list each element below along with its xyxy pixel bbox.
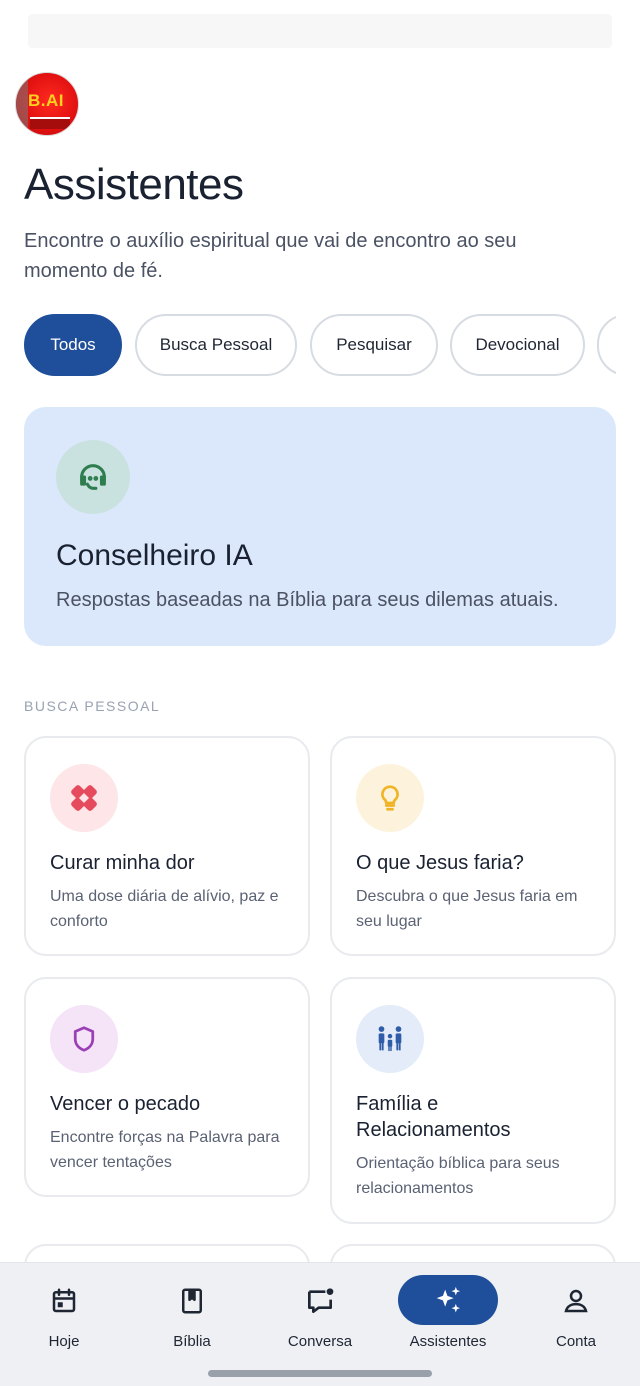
card-curar-minha-dor[interactable]: Curar minha dor Uma dose diária de alívi… xyxy=(24,736,310,956)
card-description: Orientação bíblica para seus relacioname… xyxy=(356,1155,560,1197)
nav-label: Assistentes xyxy=(409,1333,487,1350)
page-subtitle: Encontre o auxílio espiritual que vai de… xyxy=(24,230,517,282)
chip-more[interactable] xyxy=(597,314,616,376)
card-title: Vencer o pecado xyxy=(50,1093,201,1115)
home-indicator[interactable] xyxy=(208,1370,432,1377)
logo-shadow xyxy=(16,73,28,135)
card-familia-relacionamentos[interactable]: Família e Relacionamentos Orientação bíb… xyxy=(330,977,616,1224)
nav-conta[interactable]: Conta xyxy=(521,1263,631,1363)
filter-chips: Todos Busca Pessoal Pesquisar Devocional xyxy=(24,314,616,378)
headset-icon xyxy=(56,440,130,514)
top-search-strip xyxy=(28,14,612,48)
card-description: Descubra o que Jesus faria em seu lugar xyxy=(356,888,578,930)
bookmark-book-icon xyxy=(172,1281,212,1321)
card-o-que-jesus-faria[interactable]: O que Jesus faria? Descubra o que Jesus … xyxy=(330,736,616,956)
nav-hoje[interactable]: Hoje xyxy=(9,1263,119,1363)
featured-description: Respostas baseadas na Bíblia para seus d… xyxy=(56,589,559,611)
shield-icon xyxy=(50,1005,118,1073)
nav-label: Conta xyxy=(555,1333,597,1350)
card-vencer-o-pecado[interactable]: Vencer o pecado Encontre forças na Palav… xyxy=(24,977,310,1197)
person-icon xyxy=(556,1281,596,1321)
card-title: O que Jesus faria? xyxy=(356,852,524,874)
nav-conversa[interactable]: Conversa xyxy=(265,1263,375,1363)
chip-todos[interactable]: Todos xyxy=(24,314,122,376)
nav-biblia[interactable]: Bíblia xyxy=(137,1263,247,1363)
card-title: Família e Relacionamentos xyxy=(356,1093,511,1141)
card-description: Uma dose diária de alívio, paz e confort… xyxy=(50,888,279,930)
nav-assistentes[interactable]: Assistentes xyxy=(393,1263,503,1363)
lightbulb-icon xyxy=(356,764,424,832)
logo-book-shape xyxy=(30,117,70,129)
chip-pesquisar[interactable]: Pesquisar xyxy=(310,314,438,376)
chip-busca-pessoal[interactable]: Busca Pessoal xyxy=(135,314,297,376)
chat-icon xyxy=(300,1281,340,1321)
bottom-navigation: Hoje Bíblia Conversa Assistentes Conta xyxy=(0,1262,640,1386)
card-description: Encontre forças na Palavra para vencer t… xyxy=(50,1129,280,1171)
page-title: Assistentes xyxy=(24,160,244,209)
featured-title: Conselheiro IA xyxy=(56,539,253,572)
calendar-icon xyxy=(44,1281,84,1321)
featured-card-conselheiro[interactable]: Conselheiro IA Respostas baseadas na Bíb… xyxy=(24,407,616,646)
section-label: BUSCA PESSOAL xyxy=(24,698,161,714)
app-logo[interactable]: B.AI xyxy=(15,72,79,136)
nav-label: Bíblia xyxy=(173,1333,211,1350)
card-title: Curar minha dor xyxy=(50,852,195,874)
nav-label: Conversa xyxy=(287,1333,353,1350)
nav-label: Hoje xyxy=(48,1333,80,1350)
chip-devocional[interactable]: Devocional xyxy=(450,314,585,376)
family-icon xyxy=(356,1005,424,1073)
bandage-icon xyxy=(50,764,118,832)
sparkles-icon xyxy=(428,1281,468,1321)
logo-text: B.AI xyxy=(28,91,64,110)
